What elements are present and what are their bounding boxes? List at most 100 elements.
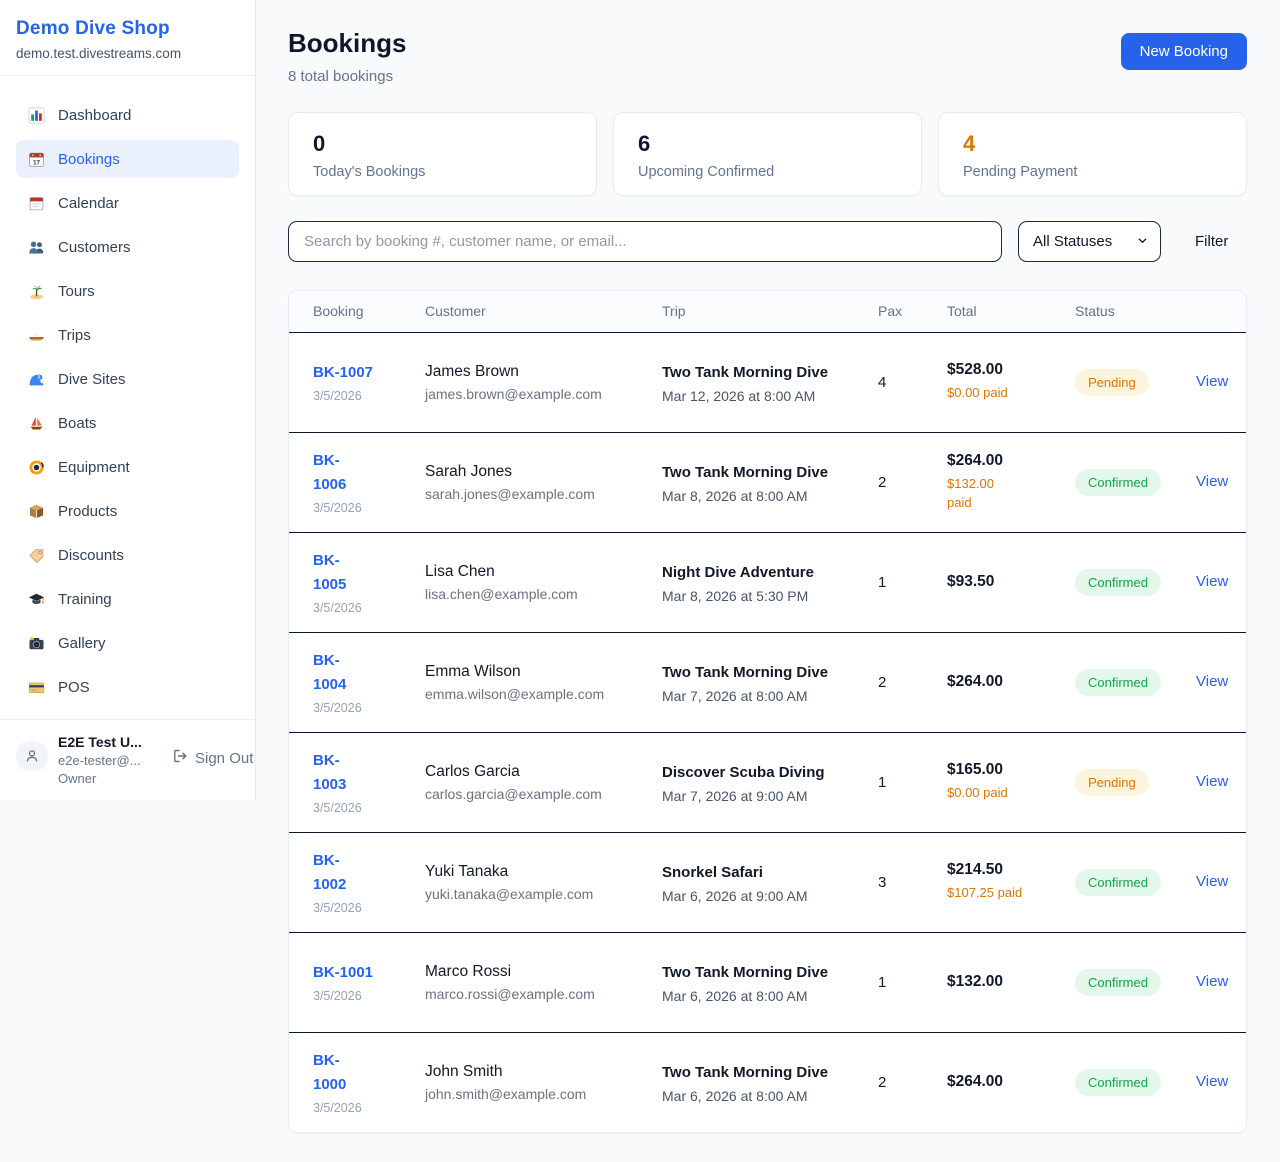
pax-count: 4 (854, 332, 923, 432)
calendar-icon (28, 195, 45, 212)
view-link[interactable]: View (1196, 673, 1228, 690)
status-select-value: All Statuses (1033, 233, 1112, 250)
booking-id-link[interactable]: BK- 1000 (313, 1049, 346, 1097)
trip-name: Two Tank Morning Dive (662, 361, 846, 385)
booking-id-link[interactable]: BK-1001 (313, 961, 373, 985)
sidebar-item-label: Bookings (58, 151, 120, 168)
sidebar-item-label: Boats (58, 415, 96, 432)
sidebar-item-boats[interactable]: Boats (16, 404, 239, 442)
total-amount: $132.00 (947, 973, 1043, 991)
stat-label: Upcoming Confirmed (638, 164, 897, 180)
booking-id-link[interactable]: BK- 1003 (313, 749, 346, 797)
trip-name: Two Tank Morning Dive (662, 461, 846, 485)
table-row: BK- 10063/5/2026 Sarah Jonessarah.jones@… (289, 432, 1246, 532)
dive-mask-icon (28, 459, 45, 476)
view-link[interactable]: View (1196, 873, 1228, 890)
column-header-trip: Trip (638, 291, 854, 332)
customer-email: lisa.chen@example.com (425, 586, 630, 602)
customer-name: Sarah Jones (425, 463, 630, 481)
pax-count: 2 (854, 432, 923, 532)
pax-count: 2 (854, 1032, 923, 1132)
trip-date: Mar 6, 2026 at 9:00 AM (662, 888, 846, 904)
pax-count: 2 (854, 632, 923, 732)
trip-name: Two Tank Morning Dive (662, 661, 846, 685)
filter-row: All Statuses Filter (288, 221, 1247, 262)
status-badge: Confirmed (1075, 969, 1161, 996)
view-link[interactable]: View (1196, 1073, 1228, 1090)
island-icon (28, 283, 45, 300)
graduation-cap-icon (28, 591, 45, 608)
sidebar-header: Demo Dive Shop demo.test.divestreams.com (0, 0, 255, 76)
table-header-row: Booking Customer Trip Pax Total Status (289, 291, 1246, 332)
view-link[interactable]: View (1196, 473, 1228, 490)
user-info: E2E Test U... e2e-tester@... Owner (58, 734, 162, 786)
stat-value: 0 (313, 131, 572, 157)
customer-name: James Brown (425, 363, 630, 381)
stat-value: 4 (963, 131, 1222, 157)
table-row: BK- 10003/5/2026 John Smithjohn.smith@ex… (289, 1032, 1246, 1132)
table-row: BK- 10053/5/2026 Lisa Chenlisa.chen@exam… (289, 532, 1246, 632)
booking-id-link[interactable]: BK- 1004 (313, 649, 346, 697)
sidebar-item-label: Products (58, 503, 117, 520)
customer-email: john.smith@example.com (425, 1086, 630, 1102)
sailboat-icon (28, 415, 45, 432)
sidebar-item-label: POS (58, 679, 90, 696)
sidebar-item-dive-sites[interactable]: Dive Sites (16, 360, 239, 398)
column-header-actions (1172, 291, 1246, 332)
sign-out-button[interactable]: Sign Out (172, 748, 253, 768)
shop-title: Demo Dive Shop (16, 18, 239, 40)
trip-date: Mar 8, 2026 at 8:00 AM (662, 488, 846, 504)
sidebar-item-tours[interactable]: Tours (16, 272, 239, 310)
sidebar-item-label: Trips (58, 327, 91, 344)
booking-date: 3/5/2026 (313, 801, 393, 815)
booking-id-link[interactable]: BK- 1005 (313, 549, 346, 597)
stat-label: Today's Bookings (313, 164, 572, 180)
trip-date: Mar 7, 2026 at 9:00 AM (662, 788, 846, 804)
total-amount: $264.00 (947, 1073, 1043, 1091)
status-badge: Confirmed (1075, 869, 1161, 896)
customer-name: Yuki Tanaka (425, 863, 630, 881)
total-amount: $214.50 (947, 861, 1043, 879)
sidebar-item-label: Discounts (58, 547, 124, 564)
wave-icon (28, 371, 45, 388)
sidebar-item-products[interactable]: Products (16, 492, 239, 530)
sidebar-item-pos[interactable]: POS (16, 668, 239, 706)
new-booking-button[interactable]: New Booking (1121, 33, 1247, 70)
stats-row: 0 Today's Bookings 6 Upcoming Confirmed … (288, 112, 1247, 196)
svg-text:17: 17 (33, 159, 41, 166)
trip-name: Two Tank Morning Dive (662, 961, 846, 985)
trip-name: Two Tank Morning Dive (662, 1061, 846, 1085)
booking-id-link[interactable]: BK- 1006 (313, 449, 346, 497)
speedboat-icon (28, 327, 45, 344)
search-input[interactable] (288, 221, 1002, 262)
sidebar-item-bookings[interactable]: 17 Bookings (16, 140, 239, 178)
booking-id-link[interactable]: BK-1007 (313, 361, 373, 385)
sidebar-item-customers[interactable]: Customers (16, 228, 239, 266)
page-title: Bookings (288, 28, 406, 59)
sidebar-item-calendar[interactable]: Calendar (16, 184, 239, 222)
credit-card-icon (28, 679, 45, 696)
sidebar-item-label: Training (58, 591, 112, 608)
status-badge: Confirmed (1075, 469, 1161, 496)
sidebar-item-training[interactable]: Training (16, 580, 239, 618)
sidebar-item-equipment[interactable]: Equipment (16, 448, 239, 486)
table-row: BK- 10043/5/2026 Emma Wilsonemma.wilson@… (289, 632, 1246, 732)
status-filter-select[interactable]: All Statuses (1018, 221, 1161, 262)
sidebar-item-gallery[interactable]: Gallery (16, 624, 239, 662)
sidebar-item-discounts[interactable]: Discounts (16, 536, 239, 574)
sidebar-item-trips[interactable]: Trips (16, 316, 239, 354)
sidebar-item-dashboard[interactable]: Dashboard (16, 96, 239, 134)
view-link[interactable]: View (1196, 573, 1228, 590)
booking-id-link[interactable]: BK- 1002 (313, 849, 346, 897)
filter-button[interactable]: Filter (1177, 233, 1246, 250)
column-header-total: Total (923, 291, 1051, 332)
customer-email: carlos.garcia@example.com (425, 786, 630, 802)
pax-count: 1 (854, 932, 923, 1032)
view-link[interactable]: View (1196, 373, 1228, 390)
sidebar-item-label: Customers (58, 239, 131, 256)
view-link[interactable]: View (1196, 773, 1228, 790)
stat-value: 6 (638, 131, 897, 157)
view-link[interactable]: View (1196, 973, 1228, 990)
sidebar: Demo Dive Shop demo.test.divestreams.com… (0, 0, 256, 800)
stat-card-upcoming-confirmed: 6 Upcoming Confirmed (613, 112, 922, 196)
